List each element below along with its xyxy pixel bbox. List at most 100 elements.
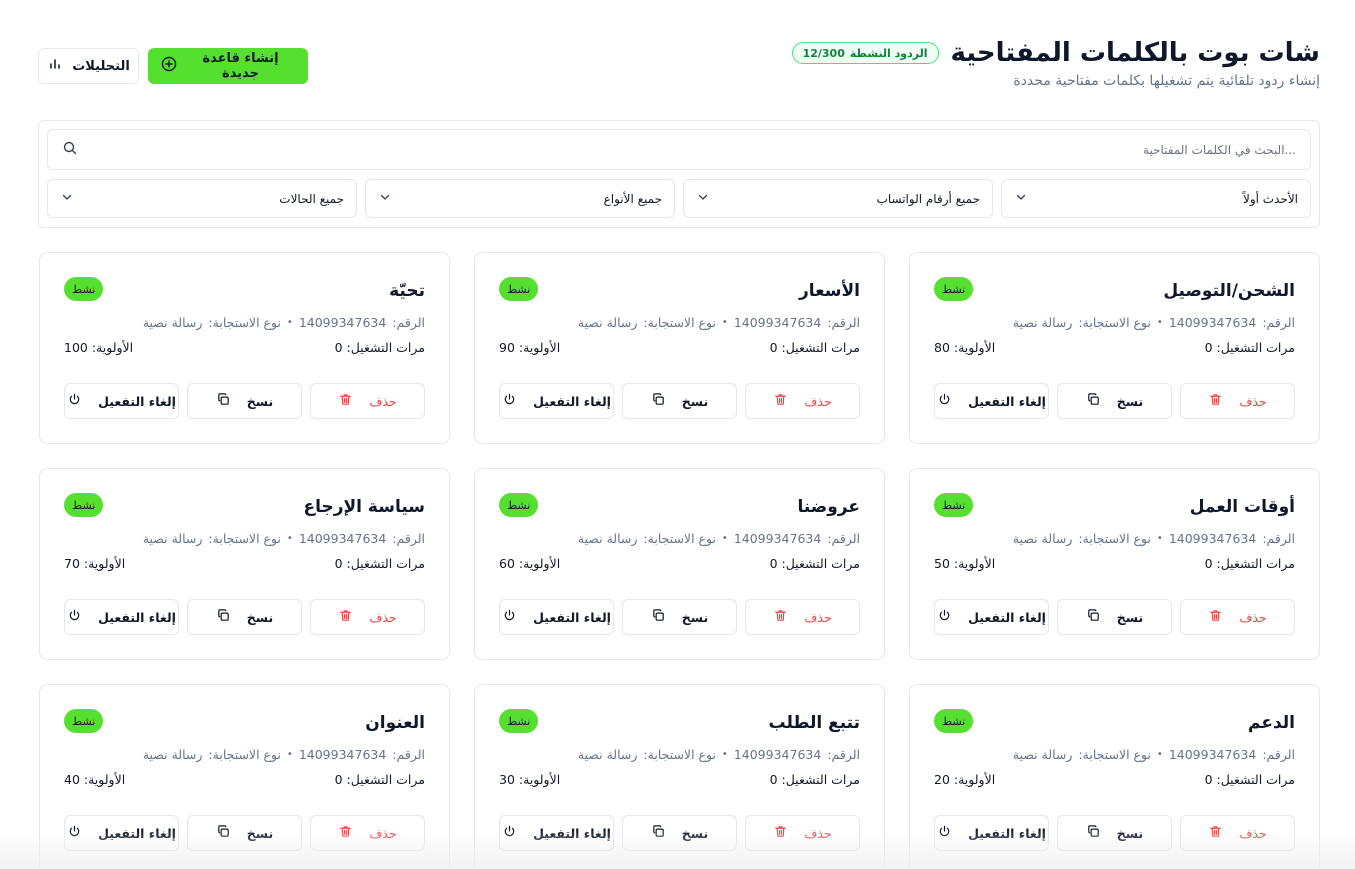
- rule-meta: الرقم: 14099347634 • نوع الاستجابة: رسال…: [64, 747, 425, 762]
- copy-button[interactable]: نسخ: [187, 383, 302, 419]
- response-type-label: نوع الاستجابة:: [208, 531, 281, 546]
- priority: الأولوية: 40: [64, 772, 126, 787]
- copy-button[interactable]: نسخ: [622, 383, 737, 419]
- power-icon: [67, 392, 82, 410]
- whatsapp-number-select[interactable]: جميع أرقام الواتساب: [683, 179, 993, 218]
- rule-title: الأسعار: [799, 281, 860, 301]
- card-header: تتبع الطلب نشط: [499, 709, 860, 739]
- power-icon: [502, 392, 517, 410]
- copy-label: نسخ: [1116, 393, 1144, 409]
- phone-number: 14099347634: [1168, 315, 1257, 330]
- rule-title: عروضنا: [797, 497, 860, 517]
- delete-button[interactable]: حذف: [745, 815, 860, 851]
- create-rule-button[interactable]: إنشاء قاعدة جديدة: [148, 48, 308, 84]
- status-badge: نشط: [64, 493, 104, 517]
- copy-button[interactable]: نسخ: [1057, 815, 1172, 851]
- deactivate-button[interactable]: إلغاء التفعيل: [934, 815, 1049, 851]
- deactivate-button[interactable]: إلغاء التفعيل: [499, 383, 614, 419]
- deactivate-button[interactable]: إلغاء التفعيل: [64, 599, 179, 635]
- trash-icon: [338, 824, 353, 842]
- deactivate-button[interactable]: إلغاء التفعيل: [499, 815, 614, 851]
- copy-button[interactable]: نسخ: [1057, 383, 1172, 419]
- number-label: الرقم:: [392, 531, 425, 546]
- response-type: رسالة نصية: [577, 747, 638, 762]
- delete-button[interactable]: حذف: [1180, 815, 1295, 851]
- sort-select[interactable]: الأحدث أولاً: [1001, 179, 1311, 218]
- copy-button[interactable]: نسخ: [622, 599, 737, 635]
- delete-button[interactable]: حذف: [745, 599, 860, 635]
- copy-icon: [651, 392, 666, 410]
- response-type: رسالة نصية: [142, 315, 203, 330]
- active-replies-count: 12/300: [802, 46, 845, 60]
- rule-meta: الرقم: 14099347634 • نوع الاستجابة: رسال…: [934, 747, 1295, 762]
- phone-number: 14099347634: [733, 531, 822, 546]
- deactivate-button[interactable]: إلغاء التفعيل: [934, 383, 1049, 419]
- rule-title: سياسة الإرجاع: [303, 497, 425, 517]
- rule-card: عروضنا نشط الرقم: 14099347634 • نوع الاس…: [474, 468, 885, 660]
- copy-label: نسخ: [681, 609, 709, 625]
- response-type-label: نوع الاستجابة:: [1078, 315, 1151, 330]
- rule-title: الشحن/التوصيل: [1163, 281, 1295, 301]
- status-badge: نشط: [934, 493, 974, 517]
- status-badge: نشط: [499, 277, 539, 301]
- copy-label: نسخ: [681, 393, 709, 409]
- power-icon: [937, 608, 952, 626]
- response-type-label: نوع الاستجابة:: [1078, 531, 1151, 546]
- response-type-label: نوع الاستجابة:: [643, 747, 716, 762]
- response-type: رسالة نصية: [142, 747, 203, 762]
- response-type: رسالة نصية: [1012, 315, 1073, 330]
- copy-button[interactable]: نسخ: [1057, 599, 1172, 635]
- delete-label: حذف: [1239, 825, 1267, 841]
- rule-stats: مرات التشغيل: 0 الأولوية: 90: [499, 340, 860, 355]
- priority: الأولوية: 80: [934, 340, 996, 355]
- copy-button[interactable]: نسخ: [622, 815, 737, 851]
- delete-button[interactable]: حذف: [310, 383, 425, 419]
- card-actions: حذف نسخ إلغاء التفعيل: [499, 599, 860, 635]
- number-label: الرقم:: [1262, 315, 1295, 330]
- deactivate-button[interactable]: إلغاء التفعيل: [934, 599, 1049, 635]
- delete-button[interactable]: حذف: [1180, 599, 1295, 635]
- copy-label: نسخ: [246, 609, 274, 625]
- card-header: أوقات العمل نشط: [934, 493, 1295, 523]
- deactivate-button[interactable]: إلغاء التفعيل: [499, 599, 614, 635]
- rules-grid: الشحن/التوصيل نشط الرقم: 14099347634 • ن…: [38, 252, 1320, 869]
- search-box[interactable]: [47, 129, 1311, 170]
- rule-card: الشحن/التوصيل نشط الرقم: 14099347634 • ن…: [909, 252, 1320, 444]
- trash-icon: [338, 608, 353, 626]
- search-input[interactable]: [90, 142, 1296, 157]
- rule-title: أوقات العمل: [1189, 497, 1295, 517]
- rule-meta: الرقم: 14099347634 • نوع الاستجابة: رسال…: [64, 531, 425, 546]
- status-select[interactable]: جميع الحالات: [47, 179, 357, 218]
- delete-button[interactable]: حذف: [1180, 383, 1295, 419]
- separator-dot: •: [286, 533, 293, 544]
- rule-stats: مرات التشغيل: 0 الأولوية: 30: [499, 772, 860, 787]
- delete-label: حذف: [369, 609, 397, 625]
- separator-dot: •: [721, 533, 728, 544]
- number-label: الرقم:: [827, 531, 860, 546]
- rule-meta: الرقم: 14099347634 • نوع الاستجابة: رسال…: [499, 315, 860, 330]
- type-select[interactable]: جميع الأنواع: [365, 179, 675, 218]
- deactivate-label: إلغاء التفعيل: [533, 825, 611, 841]
- analytics-label: التحليلات: [72, 58, 130, 74]
- delete-button[interactable]: حذف: [310, 599, 425, 635]
- rule-card: تحيّة نشط الرقم: 14099347634 • نوع الاست…: [39, 252, 450, 444]
- copy-button[interactable]: نسخ: [187, 599, 302, 635]
- deactivate-button[interactable]: إلغاء التفعيل: [64, 815, 179, 851]
- deactivate-button[interactable]: إلغاء التفعيل: [64, 383, 179, 419]
- phone-number: 14099347634: [733, 315, 822, 330]
- chevron-down-icon: [60, 190, 74, 207]
- delete-button[interactable]: حذف: [745, 383, 860, 419]
- delete-label: حذف: [804, 825, 832, 841]
- analytics-button[interactable]: التحليلات: [38, 48, 139, 84]
- page-title: شات بوت بالكلمات المفتاحية: [950, 38, 1320, 68]
- filters-panel: الأحدث أولاً جميع أرقام الواتساب جميع ال…: [38, 120, 1320, 228]
- number-label: الرقم:: [1262, 531, 1295, 546]
- delete-label: حذف: [369, 393, 397, 409]
- delete-button[interactable]: حذف: [310, 815, 425, 851]
- rule-card: أوقات العمل نشط الرقم: 14099347634 • نوع…: [909, 468, 1320, 660]
- deactivate-label: إلغاء التفعيل: [98, 825, 176, 841]
- status-badge: نشط: [64, 709, 104, 733]
- response-type: رسالة نصية: [577, 531, 638, 546]
- copy-button[interactable]: نسخ: [187, 815, 302, 851]
- deactivate-label: إلغاء التفعيل: [533, 393, 611, 409]
